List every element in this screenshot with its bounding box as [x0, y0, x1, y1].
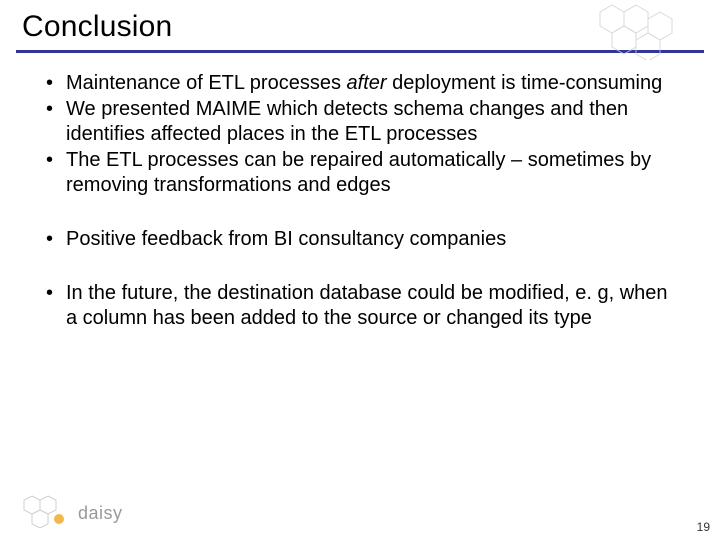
- logo: daisy: [18, 494, 123, 532]
- bullet-item: Maintenance of ETL processes after deplo…: [44, 71, 676, 95]
- bullet-item: We presented MAIME which detects schema …: [44, 97, 676, 146]
- logo-text: daisy: [78, 503, 123, 524]
- hexagon-decoration-top: [582, 0, 702, 60]
- hexagon-logo-icon: [18, 494, 72, 532]
- bullet-item: Positive feedback from BI consultancy co…: [44, 227, 676, 251]
- emphasis: after: [347, 72, 387, 94]
- bullet-group-1: Maintenance of ETL processes after deplo…: [44, 71, 676, 197]
- bullet-item: In the future, the destination database …: [44, 281, 676, 330]
- slide: Conclusion Maintenance of ETL processes …: [0, 0, 720, 540]
- bullet-group-2: Positive feedback from BI consultancy co…: [44, 227, 676, 251]
- bullet-group-3: In the future, the destination database …: [44, 281, 676, 330]
- page-number: 19: [697, 520, 710, 534]
- daisy-dot-icon: [54, 514, 64, 524]
- slide-body: Maintenance of ETL processes after deplo…: [0, 53, 720, 330]
- bullet-item: The ETL processes can be repaired automa…: [44, 148, 676, 197]
